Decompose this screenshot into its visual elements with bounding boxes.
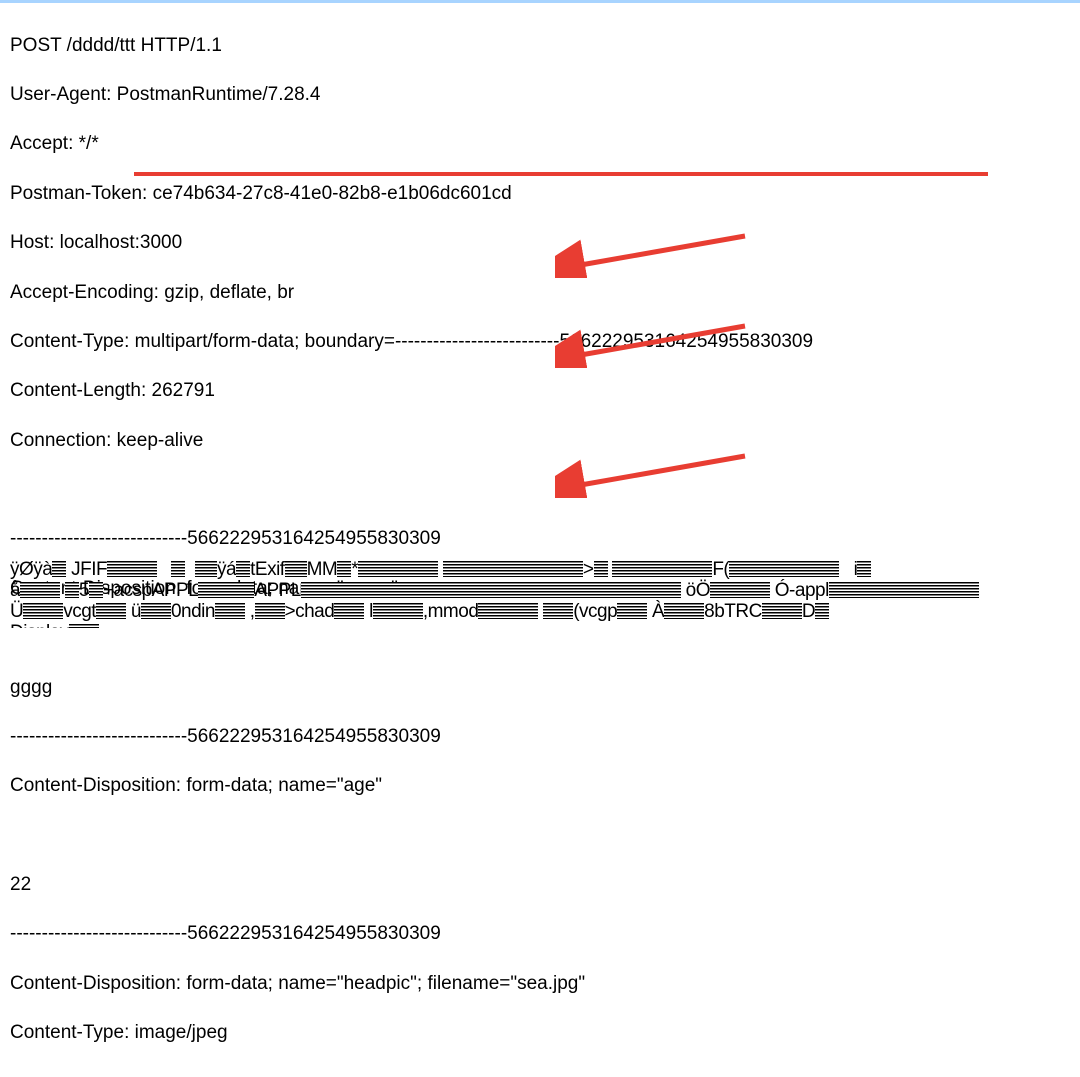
binary-ndin: 0ndin xyxy=(171,601,215,622)
blank-line xyxy=(10,478,1070,503)
request-line: POST /dddd/ttt HTTP/1.1 xyxy=(10,34,1070,59)
blank-line xyxy=(10,824,1070,849)
binary-chad: >chad xyxy=(285,601,335,622)
binary-char: > xyxy=(583,560,594,580)
header-host: Host: localhost:3000 xyxy=(10,231,1070,256)
binary-char: ÿØÿà xyxy=(10,560,52,580)
red-underline-annotation xyxy=(134,172,988,176)
binary-display: Display xyxy=(10,622,69,628)
header-content-length: Content-Length: 262791 xyxy=(10,379,1070,404)
value-age: 22 xyxy=(10,873,1070,898)
blank-line xyxy=(10,626,1070,651)
binary-trc: 8bTRC xyxy=(704,601,762,622)
binary-char: F( xyxy=(712,560,729,580)
boundary-2: ----------------------------566222953164… xyxy=(10,725,1070,750)
binary-acsp: +acspAPPL xyxy=(103,580,198,601)
binary-char: ü xyxy=(131,601,141,622)
binary-char: å xyxy=(10,580,20,601)
binary-char: * xyxy=(351,560,358,580)
binary-char: öÖ xyxy=(686,580,710,601)
binary-vcgt: vcgt xyxy=(63,601,96,622)
binary-char: 5 xyxy=(79,580,89,601)
header-accept: Accept: */* xyxy=(10,132,1070,157)
value-name: gggg xyxy=(10,676,1070,701)
header-accept-encoding: Accept-Encoding: gzip, deflate, br xyxy=(10,281,1070,306)
header-user-agent: User-Agent: PostmanRuntime/7.28.4 xyxy=(10,83,1070,108)
binary-char: D xyxy=(802,601,815,622)
binary-exif: tExif xyxy=(250,560,284,580)
binary-char: À xyxy=(652,601,664,622)
binary-char: ÿá xyxy=(217,560,236,580)
binary-mmod: ,mmod xyxy=(423,601,479,622)
disposition-age: Content-Disposition: form-data; name="ag… xyxy=(10,774,1070,799)
header-content-type: Content-Type: multipart/form-data; bound… xyxy=(10,330,1070,355)
binary-appl: APPL xyxy=(254,580,301,601)
binary-data-section: ÿØÿà JFIF ÿátExifMM* > F( i å 5+acspAPPL… xyxy=(0,560,1080,628)
content-type-jpeg: Content-Type: image/jpeg xyxy=(10,1021,1070,1046)
header-postman-token: Postman-Token: ce74b634-27c8-41e0-82b8-e… xyxy=(10,182,1070,207)
binary-vcgp: (vcgp xyxy=(573,601,617,622)
boundary-3: ----------------------------566222953164… xyxy=(10,922,1070,947)
binary-mm: MM xyxy=(307,560,338,580)
http-request-content: POST /dddd/ttt HTTP/1.1 User-Agent: Post… xyxy=(0,3,1080,1077)
binary-jfif: JFIF xyxy=(66,560,107,580)
boundary-1: ----------------------------566222953164… xyxy=(10,527,1070,552)
binary-appl: Ó-appl xyxy=(775,580,829,601)
binary-char: Ü xyxy=(10,601,23,622)
disposition-headpic: Content-Disposition: form-data; name="he… xyxy=(10,972,1070,997)
header-connection: Connection: keep-alive xyxy=(10,429,1070,454)
